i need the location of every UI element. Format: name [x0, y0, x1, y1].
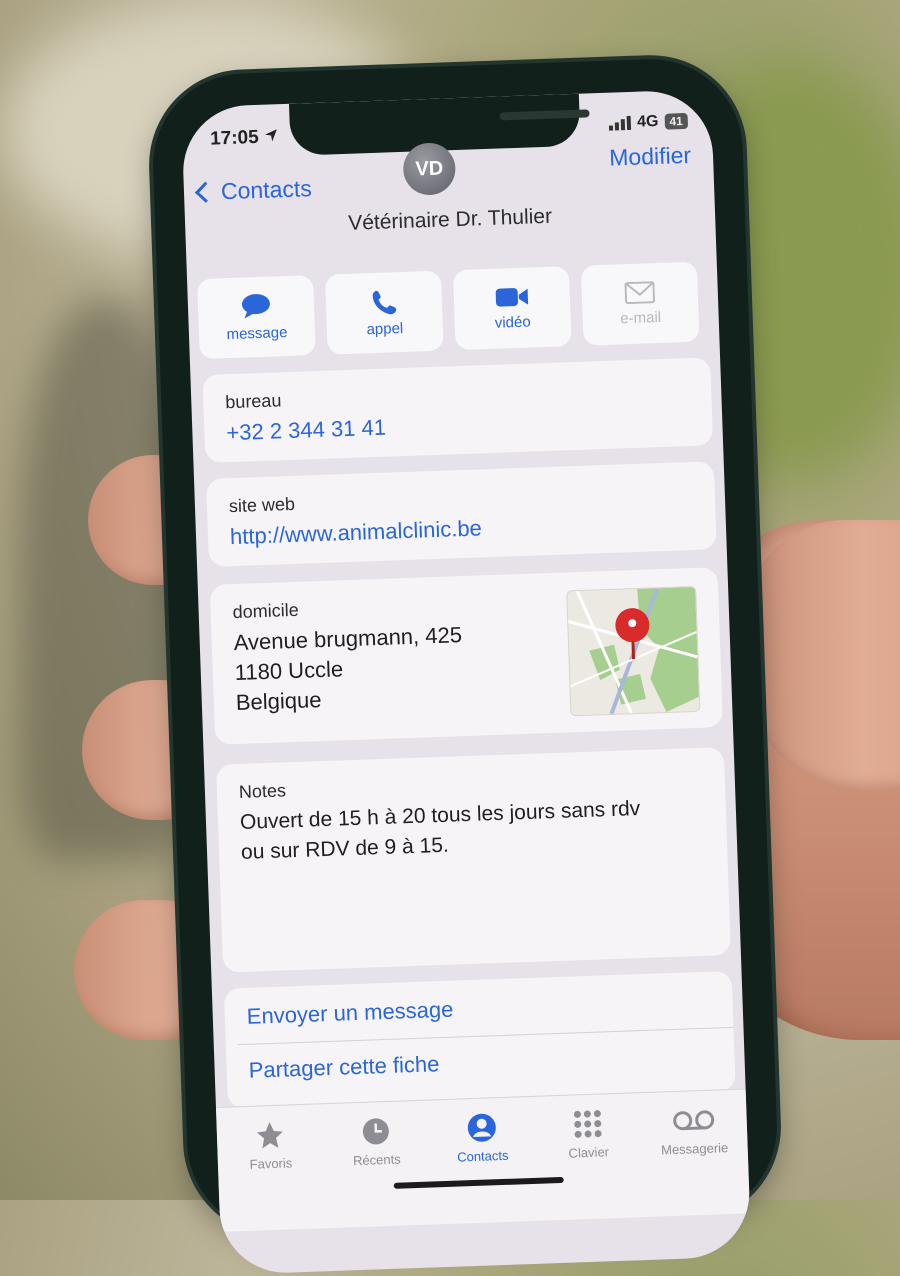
send-message-link[interactable]: Envoyer un message [246, 997, 453, 1030]
action-links-card: Envoyer un message Partager cette fiche [223, 970, 736, 1109]
address-label: domicile [232, 599, 300, 623]
address-text: Avenue brugmann, 425 1180 Uccle Belgique [233, 620, 464, 718]
back-label: Contacts [220, 175, 313, 205]
status-indicators: 4G 41 [609, 112, 689, 133]
phone-screen: 17:05 4G 41 Contacts Modifier VD Vétérin… [181, 89, 752, 1275]
edit-button[interactable]: Modifier [609, 142, 692, 172]
keypad-icon [573, 1110, 602, 1138]
notes-text: Ouvert de 15 h à 20 tous les jours sans … [240, 794, 642, 868]
person-circle-icon [467, 1113, 496, 1142]
phone-number-link[interactable]: +32 2 344 31 41 [226, 415, 386, 447]
battery-level: 41 [669, 114, 684, 129]
message-bubble-icon [241, 293, 270, 318]
tab-favoris-label: Favoris [249, 1155, 293, 1172]
tab-clavier[interactable]: Clavier [542, 1107, 636, 1220]
notes-card: Notes Ouvert de 15 h à 20 tous les jours… [215, 747, 731, 973]
email-action-label: e-mail [619, 308, 662, 327]
call-action-button[interactable]: appel [324, 270, 444, 355]
battery-icon: 41 [664, 112, 689, 130]
chevron-left-icon [194, 181, 217, 203]
tab-recents[interactable]: Récents [330, 1115, 424, 1228]
back-button[interactable]: Contacts [194, 175, 313, 206]
status-time: 17:05 [210, 126, 279, 150]
video-action-button[interactable]: vidéo [452, 266, 572, 351]
phone-card: bureau +32 2 344 31 41 [202, 357, 714, 463]
quick-actions: message appel vidéo e-mail [197, 261, 700, 360]
website-card: site web http://www.animalclinic.be [206, 461, 717, 567]
star-icon [256, 1122, 283, 1149]
phone-label: bureau [224, 390, 282, 413]
phone-icon [372, 290, 397, 314]
tab-favoris[interactable]: Favoris [224, 1119, 318, 1232]
phone-body: 17:05 4G 41 Contacts Modifier VD Vétérin… [149, 56, 781, 1275]
tab-clavier-label: Clavier [568, 1144, 610, 1161]
tab-messagerie-label: Messagerie [660, 1140, 729, 1158]
video-camera-icon [495, 287, 529, 307]
website-link[interactable]: http://www.animalclinic.be [230, 515, 483, 550]
avatar-initials: VD [415, 156, 444, 180]
call-action-label: appel [366, 319, 404, 338]
divider [237, 1026, 734, 1046]
tab-bar: Favoris Récents Contacts Clavier Message… [215, 1088, 750, 1232]
signal-icon [609, 115, 632, 131]
network-type: 4G [636, 112, 659, 131]
website-label: site web [228, 493, 296, 517]
location-arrow-icon [264, 129, 277, 142]
speaker-grille [499, 109, 590, 121]
map-thumbnail[interactable] [566, 585, 701, 717]
address-card[interactable]: domicile Avenue brugmann, 425 1180 Uccle… [209, 567, 723, 745]
message-action-button[interactable]: message [197, 275, 316, 360]
tab-recents-label: Récents [352, 1151, 401, 1169]
contact-name: Vétérinaire Dr. Thulier [347, 204, 553, 235]
envelope-icon [624, 280, 656, 304]
video-action-label: vidéo [494, 313, 531, 332]
tab-contacts-label: Contacts [456, 1147, 509, 1165]
voicemail-icon [673, 1110, 715, 1131]
map-pin-icon [615, 608, 650, 660]
avatar: VD [402, 142, 457, 196]
tab-contacts[interactable]: Contacts [436, 1111, 530, 1224]
clock-icon [362, 1118, 389, 1145]
notes-label: Notes [238, 780, 287, 802]
email-action-button[interactable]: e-mail [580, 261, 700, 346]
message-action-label: message [226, 323, 288, 343]
share-card-link[interactable]: Partager cette fiche [248, 1051, 440, 1084]
